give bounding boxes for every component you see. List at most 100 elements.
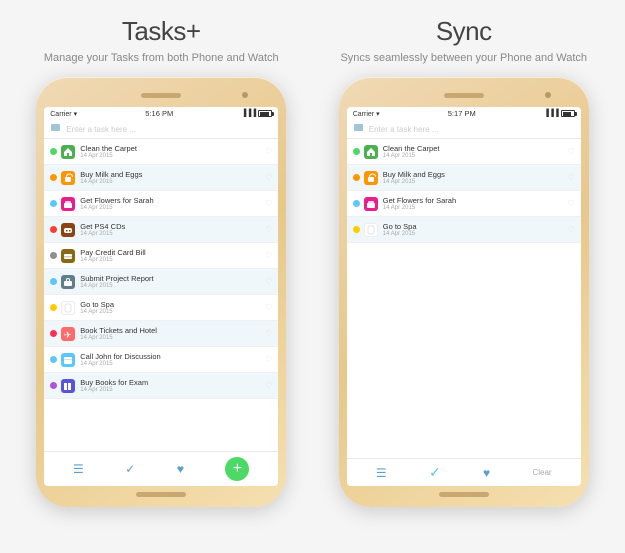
task-dot [353, 200, 360, 207]
right-carrier: Carrier ▾ [353, 110, 380, 118]
left-toolbar-check-icon[interactable]: ✓ [125, 462, 135, 476]
task-item[interactable]: Submit Project Report14 Apr 2015♡ [44, 269, 278, 295]
task-favorite-icon[interactable]: ♡ [265, 329, 272, 338]
right-toolbar-heart-icon[interactable]: ♥ [483, 466, 490, 480]
task-item[interactable]: Clean the Carpet14 Apr 2015♡ [44, 139, 278, 165]
task-dot [50, 304, 57, 311]
task-favorite-icon[interactable]: ♡ [265, 251, 272, 260]
left-search-bar[interactable]: Enter a task here ... [44, 120, 278, 139]
right-search-bar[interactable]: Enter a task here ... [347, 120, 581, 139]
right-phone-frame: Carrier ▾ 5:17 PM ▐▐▐ Enter a task here … [339, 77, 589, 507]
task-dot [50, 252, 57, 259]
task-item[interactable]: Pay Credit Card Bill14 Apr 2015♡ [44, 243, 278, 269]
right-subtitle: Syncs seamlessly between your Phone and … [340, 51, 587, 65]
left-toolbar-add-button[interactable]: + [225, 457, 249, 481]
left-column: Tasks+ Manage your Tasks from both Phone… [20, 16, 303, 543]
task-item[interactable]: ✈Book Tickets and Hotel14 Apr 2015♡ [44, 321, 278, 347]
task-category-icon [61, 379, 75, 393]
task-date: 14 Apr 2015 [80, 361, 262, 367]
task-item[interactable]: Clean the Carpet14 Apr 2015♡ [347, 139, 581, 165]
right-phone-speaker [444, 93, 484, 98]
task-text-group: Pay Credit Card Bill14 Apr 2015 [80, 248, 262, 263]
right-task-list: Clean the Carpet14 Apr 2015♡Buy Milk and… [347, 139, 581, 458]
task-item[interactable]: Buy Milk and Eggs14 Apr 2015♡ [347, 165, 581, 191]
left-carrier: Carrier ▾ [50, 110, 77, 118]
right-toolbar-clear-button[interactable]: Clear [532, 468, 551, 477]
task-dot [50, 330, 57, 337]
task-date: 14 Apr 2015 [80, 309, 262, 315]
right-phone-top [347, 87, 581, 103]
search-icon [50, 123, 62, 135]
task-favorite-icon[interactable]: ♡ [265, 147, 272, 156]
task-item[interactable]: Get Flowers for Sarah14 Apr 2015♡ [44, 191, 278, 217]
task-text-group: Go to Spa14 Apr 2015 [383, 222, 565, 237]
task-category-icon [61, 223, 75, 237]
task-favorite-icon[interactable]: ♡ [265, 355, 272, 364]
task-item[interactable]: Buy Milk and Eggs14 Apr 2015♡ [44, 165, 278, 191]
task-name: Clean the Carpet [80, 144, 262, 153]
task-item[interactable]: Go to Spa14 Apr 2015♡ [347, 217, 581, 243]
right-column: Sync Syncs seamlessly between your Phone… [323, 16, 606, 543]
task-item[interactable]: Get Flowers for Sarah14 Apr 2015♡ [347, 191, 581, 217]
task-text-group: Book Tickets and Hotel14 Apr 2015 [80, 326, 262, 341]
task-favorite-icon[interactable]: ♡ [265, 277, 272, 286]
task-favorite-icon[interactable]: ♡ [265, 199, 272, 208]
task-category-icon [364, 223, 378, 237]
left-phone-speaker [141, 93, 181, 98]
right-toolbar-menu-icon[interactable]: ☰ [376, 466, 387, 480]
task-name: Pay Credit Card Bill [80, 248, 262, 257]
task-text-group: Clean the Carpet14 Apr 2015 [383, 144, 565, 159]
task-favorite-icon[interactable]: ♡ [568, 147, 575, 156]
task-favorite-icon[interactable]: ♡ [265, 381, 272, 390]
right-toolbar: ☰ ✓ ♥ Clear [347, 458, 581, 486]
task-name: Go to Spa [80, 300, 262, 309]
task-date: 14 Apr 2015 [80, 387, 262, 393]
task-item[interactable]: Go to Spa14 Apr 2015♡ [44, 295, 278, 321]
task-name: Clean the Carpet [383, 144, 565, 153]
task-text-group: Buy Milk and Eggs14 Apr 2015 [383, 170, 565, 185]
task-favorite-icon[interactable]: ♡ [265, 225, 272, 234]
task-date: 14 Apr 2015 [80, 335, 262, 341]
left-phone-camera [242, 92, 248, 98]
task-category-icon [364, 197, 378, 211]
left-toolbar-heart-icon[interactable]: ♥ [177, 462, 184, 476]
battery-icon [258, 110, 272, 117]
task-name: Get Flowers for Sarah [383, 196, 565, 205]
task-category-icon [61, 301, 75, 315]
task-date: 14 Apr 2015 [80, 231, 262, 237]
task-text-group: Buy Books for Exam14 Apr 2015 [80, 378, 262, 393]
signal-icon: ▐▐▐ [241, 110, 256, 117]
task-dot [353, 226, 360, 233]
task-category-icon [61, 353, 75, 367]
task-text-group: Get Flowers for Sarah14 Apr 2015 [80, 196, 262, 211]
right-toolbar-check-icon[interactable]: ✓ [429, 464, 441, 481]
task-dot [50, 148, 57, 155]
task-text-group: Clean the Carpet14 Apr 2015 [80, 144, 262, 159]
right-battery-icon [561, 110, 575, 117]
task-category-icon [61, 145, 75, 159]
task-favorite-icon[interactable]: ♡ [265, 173, 272, 182]
left-phone-frame: Carrier ▾ 5:16 PM ▐▐▐ Enter a task here … [36, 77, 286, 507]
task-favorite-icon[interactable]: ♡ [265, 303, 272, 312]
left-status-bar: Carrier ▾ 5:16 PM ▐▐▐ [44, 107, 278, 120]
task-category-icon [61, 275, 75, 289]
task-favorite-icon[interactable]: ♡ [568, 225, 575, 234]
task-name: Call John for Discussion [80, 352, 262, 361]
task-item[interactable]: Get PS4 CDs14 Apr 2015♡ [44, 217, 278, 243]
left-toolbar-menu-icon[interactable]: ☰ [73, 462, 84, 476]
task-dot [50, 356, 57, 363]
task-date: 14 Apr 2015 [80, 179, 262, 185]
task-item[interactable]: Call John for Discussion14 Apr 2015♡ [44, 347, 278, 373]
search-placeholder-text: Enter a task here ... [66, 125, 136, 134]
task-text-group: Get Flowers for Sarah14 Apr 2015 [383, 196, 565, 211]
task-favorite-icon[interactable]: ♡ [568, 173, 575, 182]
task-date: 14 Apr 2015 [383, 205, 565, 211]
right-search-icon [353, 123, 365, 135]
right-time: 5:17 PM [448, 109, 476, 118]
task-item[interactable]: Buy Books for Exam14 Apr 2015♡ [44, 373, 278, 399]
task-dot [50, 278, 57, 285]
task-date: 14 Apr 2015 [80, 283, 262, 289]
task-favorite-icon[interactable]: ♡ [568, 199, 575, 208]
right-status-bar: Carrier ▾ 5:17 PM ▐▐▐ [347, 107, 581, 120]
left-status-icons: ▐▐▐ [241, 110, 272, 117]
